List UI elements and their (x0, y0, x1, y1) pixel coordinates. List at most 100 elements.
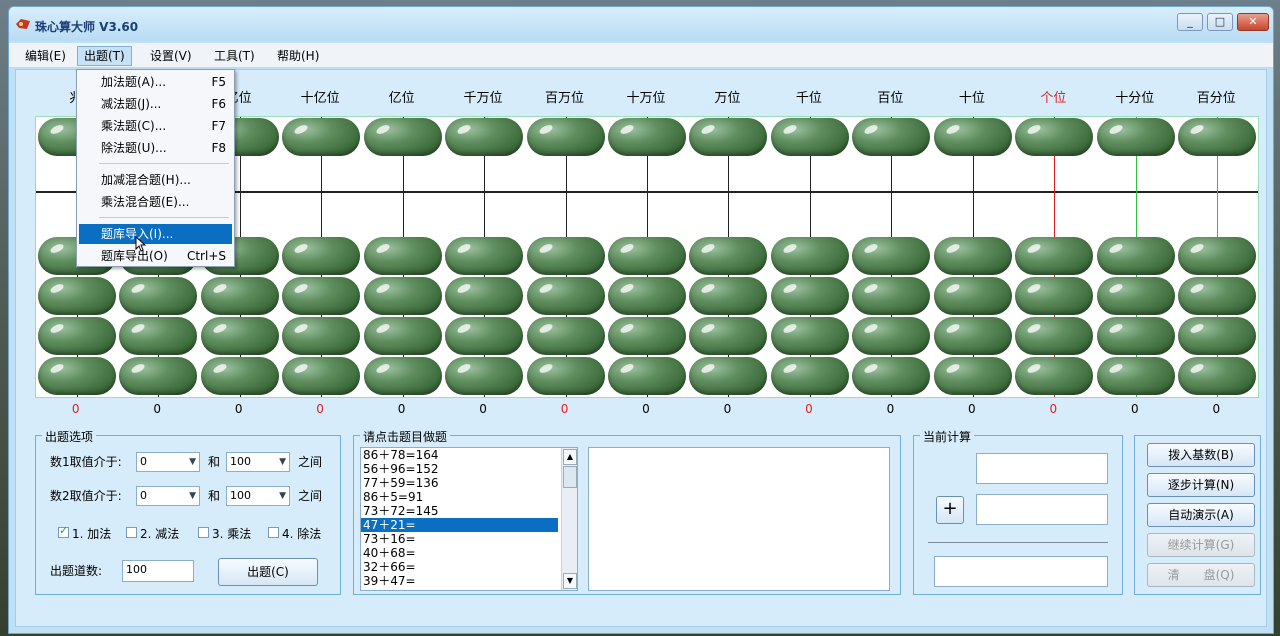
operand2-field[interactable] (976, 494, 1108, 525)
abacus-bead[interactable] (689, 277, 768, 315)
abacus-bead[interactable] (1015, 357, 1094, 395)
abacus-bead[interactable] (608, 277, 686, 315)
abacus-bead[interactable] (526, 317, 605, 355)
problem-item[interactable]: 73＋16= (361, 532, 577, 546)
abacus-bead[interactable] (526, 237, 605, 275)
abacus-bead[interactable] (1178, 357, 1257, 395)
abacus-bead[interactable] (363, 357, 442, 395)
num1-to-select[interactable]: 100 ▼ (226, 452, 290, 472)
abacus-bead[interactable] (282, 277, 361, 315)
problem-list[interactable]: 86＋78=164 56＋96=152 77＋59=136 86＋5=91 73＋72=… (360, 447, 578, 591)
scroll-down-icon[interactable]: ▼ (563, 573, 577, 589)
abacus-bead[interactable] (1096, 277, 1175, 315)
abacus-bead[interactable] (770, 118, 849, 156)
result-field[interactable] (934, 556, 1108, 587)
abacus-bead[interactable] (689, 118, 768, 156)
problem-item[interactable]: 73＋72=145 (361, 504, 577, 518)
abacus-bead[interactable] (445, 118, 524, 156)
menu-item-add-sub-mix[interactable]: 加减混合题(H)... (79, 170, 232, 190)
abacus-bead[interactable] (852, 357, 931, 395)
abacus-bead[interactable] (37, 317, 116, 355)
abacus-bead[interactable] (1178, 317, 1257, 355)
minimize-button[interactable]: _ (1177, 13, 1203, 31)
abacus-bead[interactable] (1015, 237, 1094, 275)
abacus-bead[interactable] (1096, 118, 1175, 156)
num2-to-select[interactable]: 100 ▼ (226, 486, 290, 506)
abacus-bead[interactable] (526, 118, 605, 156)
problem-item[interactable]: 56＋96=152 (361, 462, 577, 476)
clear-button[interactable]: 清 盘(Q) (1147, 563, 1255, 587)
abacus-bead[interactable] (200, 277, 279, 315)
add-checkbox[interactable] (58, 524, 69, 538)
work-area[interactable] (588, 447, 890, 591)
generate-button[interactable]: 出题(C) (218, 558, 318, 586)
menu-item-subtraction[interactable]: 减法题(J)... F6 (79, 94, 232, 114)
menu-help[interactable]: 帮助(H) (271, 47, 325, 65)
scroll-up-icon[interactable]: ▲ (563, 449, 577, 465)
abacus-bead[interactable] (1096, 357, 1175, 395)
abacus-bead[interactable] (282, 357, 361, 395)
abacus-bead[interactable] (608, 237, 686, 275)
abacus-bead[interactable] (852, 277, 931, 315)
abacus-bead[interactable] (445, 277, 524, 315)
abacus-bead[interactable] (852, 317, 931, 355)
abacus-bead[interactable] (37, 277, 116, 315)
abacus-bead[interactable] (1015, 317, 1094, 355)
count-input[interactable]: 100 (122, 560, 194, 582)
abacus-bead[interactable] (608, 357, 686, 395)
abacus-bead[interactable] (770, 237, 849, 275)
problem-item[interactable]: 86＋78=164 (361, 448, 577, 462)
abacus-bead[interactable] (1178, 237, 1257, 275)
menu-tools[interactable]: 工具(T) (208, 47, 261, 65)
abacus-bead[interactable] (363, 317, 442, 355)
continue-calc-button[interactable]: 继续计算(G) (1147, 533, 1255, 557)
num2-from-select[interactable]: 0 ▼ (136, 486, 200, 506)
abacus-bead[interactable] (363, 118, 442, 156)
num1-from-select[interactable]: 0 ▼ (136, 452, 200, 472)
abacus-bead[interactable] (1015, 118, 1094, 156)
abacus-bead[interactable] (1178, 277, 1257, 315)
abacus-bead[interactable] (445, 317, 524, 355)
abacus-bead[interactable] (770, 277, 849, 315)
div-checkbox[interactable] (268, 527, 279, 538)
abacus-bead[interactable] (282, 237, 361, 275)
abacus-bead[interactable] (933, 317, 1012, 355)
abacus-bead[interactable] (689, 237, 768, 275)
problem-item[interactable]: 39＋47= (361, 574, 577, 588)
menu-edit[interactable]: 编辑(E) (19, 47, 72, 65)
abacus-bead[interactable] (119, 357, 198, 395)
problem-item[interactable]: 77＋59=136 (361, 476, 577, 490)
title-bar[interactable]: 珠心算大师 V3.60 _ □ ✕ (9, 7, 1273, 41)
operator-button[interactable]: + (936, 496, 964, 524)
mul-checkbox[interactable] (198, 527, 209, 538)
menu-item-division[interactable]: 除法题(U)... F8 (79, 138, 232, 158)
abacus-bead[interactable] (526, 357, 605, 395)
abacus-bead[interactable] (1096, 317, 1175, 355)
problem-item[interactable]: 40＋68= (361, 546, 577, 560)
abacus-bead[interactable] (689, 357, 768, 395)
abacus-bead[interactable] (770, 317, 849, 355)
abacus-bead[interactable] (119, 317, 198, 355)
auto-demo-button[interactable]: 自动演示(A) (1147, 503, 1255, 527)
menu-problems[interactable]: 出题(T) (77, 46, 132, 66)
abacus-bead[interactable] (1178, 118, 1257, 156)
abacus-bead[interactable] (37, 357, 116, 395)
problem-item[interactable]: 47＋21= (361, 518, 558, 532)
abacus-bead[interactable] (608, 118, 686, 156)
abacus-bead[interactable] (1096, 237, 1175, 275)
sub-checkbox[interactable] (126, 527, 137, 538)
operand1-field[interactable] (976, 453, 1108, 484)
problem-item[interactable]: 86＋5=91 (361, 490, 577, 504)
abacus-bead[interactable] (852, 237, 931, 275)
abacus-bead[interactable] (445, 237, 524, 275)
abacus-bead[interactable] (526, 277, 605, 315)
maximize-button[interactable]: □ (1207, 13, 1233, 31)
close-button[interactable]: ✕ (1237, 13, 1269, 31)
abacus-bead[interactable] (200, 317, 279, 355)
abacus-bead[interactable] (933, 277, 1012, 315)
menu-item-import[interactable]: 题库导入(I)... (79, 224, 232, 244)
problem-item[interactable]: 32＋66= (361, 560, 577, 574)
abacus-bead[interactable] (933, 237, 1012, 275)
menu-item-export[interactable]: 题库导出(O) Ctrl+S (79, 246, 232, 266)
abacus-bead[interactable] (363, 277, 442, 315)
